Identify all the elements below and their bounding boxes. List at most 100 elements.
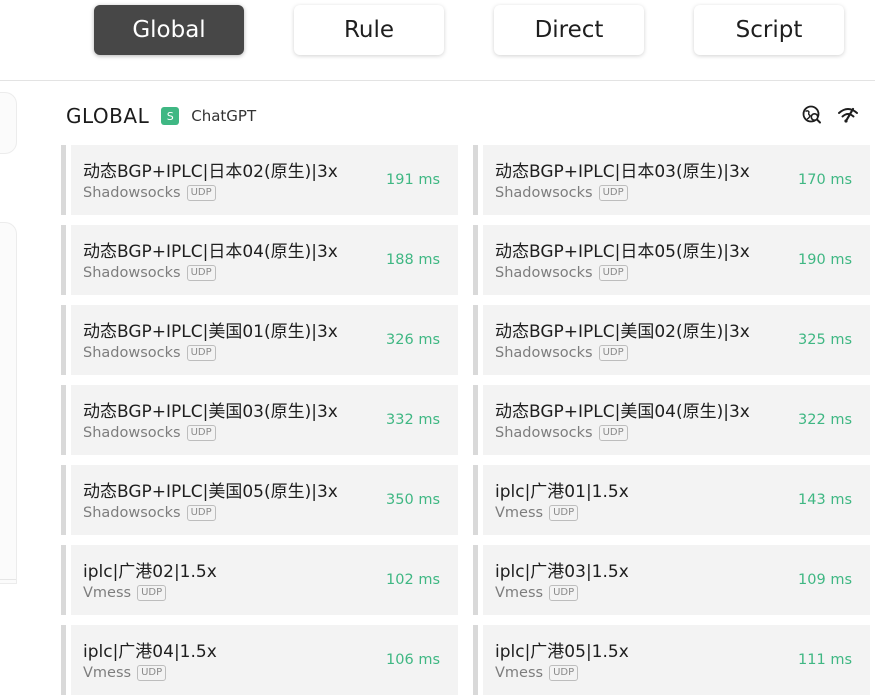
proxy-card[interactable]: 动态BGP+IPLC|美国01(原生)|3x Shadowsocks UDP 326 … <box>61 305 458 375</box>
udp-badge: UDP <box>598 185 628 201</box>
proxy-card[interactable]: iplc|广港01|1.5x Vmess UDP 143 ms <box>473 465 870 535</box>
wifi-speed-icon[interactable] <box>837 104 859 126</box>
mode-tabs: Global Rule Direct Script <box>0 0 875 81</box>
proxy-name: iplc|广港05|1.5x <box>495 642 629 662</box>
location-search-icon[interactable] <box>801 104 823 126</box>
sidebar-panel <box>0 92 17 154</box>
proxy-meta: Vmess UDP <box>83 665 167 681</box>
proxy-card-spacer <box>478 145 483 215</box>
proxy-card[interactable]: 动态BGP+IPLC|美国05(原生)|3x Shadowsocks UDP 350 … <box>61 465 458 535</box>
udp-badge: UDP <box>186 345 216 361</box>
proxy-delay[interactable]: 190 ms <box>798 225 852 295</box>
proxy-meta: Vmess UDP <box>495 585 579 601</box>
proxy-card[interactable]: iplc|广港05|1.5x Vmess UDP 111 ms <box>473 625 870 695</box>
proxy-card[interactable]: 动态BGP+IPLC|日本03(原生)|3x Shadowsocks UDP 170 … <box>473 145 870 215</box>
proxy-card-spacer <box>66 545 71 615</box>
proxy-card-spacer <box>478 385 483 455</box>
proxy-protocol: Shadowsocks <box>495 185 593 201</box>
proxy-card[interactable]: 动态BGP+IPLC|日本04(原生)|3x Shadowsocks UDP 188 … <box>61 225 458 295</box>
proxy-protocol: Shadowsocks <box>83 505 181 521</box>
proxy-meta: Vmess UDP <box>495 505 579 521</box>
proxy-card-spacer <box>66 625 71 695</box>
udp-badge: UDP <box>137 585 167 601</box>
proxy-protocol: Shadowsocks <box>495 265 593 281</box>
udp-badge: UDP <box>598 345 628 361</box>
proxy-delay[interactable]: 332 ms <box>386 385 440 455</box>
proxy-name: 动态BGP+IPLC|美国02(原生)|3x <box>495 322 750 342</box>
proxy-delay[interactable]: 106 ms <box>386 625 440 695</box>
proxy-delay[interactable]: 102 ms <box>386 545 440 615</box>
selected-proxy-label: ChatGPT <box>191 107 257 125</box>
proxy-delay[interactable]: 326 ms <box>386 305 440 375</box>
proxy-card[interactable]: iplc|广港03|1.5x Vmess UDP 109 ms <box>473 545 870 615</box>
proxy-card[interactable]: iplc|广港04|1.5x Vmess UDP 106 ms <box>61 625 458 695</box>
proxy-card-spacer <box>478 625 483 695</box>
proxy-protocol: Shadowsocks <box>83 185 181 201</box>
proxy-card[interactable]: 动态BGP+IPLC|美国03(原生)|3x Shadowsocks UDP 332 … <box>61 385 458 455</box>
sidebar-panel <box>0 222 17 584</box>
proxy-name: 动态BGP+IPLC|美国01(原生)|3x <box>83 322 338 342</box>
proxy-protocol: Vmess <box>495 585 544 601</box>
proxy-card-spacer <box>478 545 483 615</box>
proxy-card-spacer <box>66 305 71 375</box>
proxy-delay[interactable]: 111 ms <box>798 625 852 695</box>
proxy-delay[interactable]: 170 ms <box>798 145 852 215</box>
proxy-protocol: Shadowsocks <box>83 425 181 441</box>
proxy-card-spacer <box>478 225 483 295</box>
proxy-name: 动态BGP+IPLC|美国04(原生)|3x <box>495 402 750 422</box>
proxy-delay[interactable]: 188 ms <box>386 225 440 295</box>
mode-tab-rule[interactable]: Rule <box>294 5 444 55</box>
proxy-meta: Shadowsocks UDP <box>495 185 628 201</box>
proxy-delay[interactable]: 350 ms <box>386 465 440 535</box>
proxy-card-spacer <box>66 385 71 455</box>
udp-badge: UDP <box>549 505 579 521</box>
proxy-card[interactable]: 动态BGP+IPLC|日本05(原生)|3x Shadowsocks UDP 190 … <box>473 225 870 295</box>
proxy-name: 动态BGP+IPLC|日本02(原生)|3x <box>83 162 338 182</box>
proxy-protocol: Shadowsocks <box>83 265 181 281</box>
proxy-name: iplc|广港02|1.5x <box>83 562 217 582</box>
proxy-meta: Shadowsocks UDP <box>495 345 628 361</box>
proxy-name: 动态BGP+IPLC|日本04(原生)|3x <box>83 242 338 262</box>
udp-badge: UDP <box>549 665 579 681</box>
proxy-name: 动态BGP+IPLC|日本05(原生)|3x <box>495 242 750 262</box>
proxy-card[interactable]: iplc|广港02|1.5x Vmess UDP 102 ms <box>61 545 458 615</box>
proxy-group-name: GLOBAL <box>66 104 150 128</box>
proxy-card[interactable]: 动态BGP+IPLC|美国04(原生)|3x Shadowsocks UDP 322 … <box>473 385 870 455</box>
proxy-meta: Shadowsocks UDP <box>495 425 628 441</box>
proxy-group-header[interactable]: GLOBAL S ChatGPT <box>66 100 256 132</box>
proxy-card[interactable]: 动态BGP+IPLC|美国02(原生)|3x Shadowsocks UDP 325 … <box>473 305 870 375</box>
proxy-meta: Shadowsocks UDP <box>83 345 216 361</box>
udp-badge: UDP <box>549 585 579 601</box>
proxy-protocol: Shadowsocks <box>83 345 181 361</box>
proxy-delay[interactable]: 191 ms <box>386 145 440 215</box>
proxy-protocol: Shadowsocks <box>495 425 593 441</box>
proxy-card-spacer <box>66 465 71 535</box>
proxy-protocol: Shadowsocks <box>495 345 593 361</box>
mode-tab-script[interactable]: Script <box>694 5 844 55</box>
mode-tab-global[interactable]: Global <box>94 5 244 55</box>
group-actions <box>801 104 859 126</box>
proxy-card-spacer <box>66 145 71 215</box>
proxy-delay[interactable]: 322 ms <box>798 385 852 455</box>
udp-badge: UDP <box>186 425 216 441</box>
udp-badge: UDP <box>186 265 216 281</box>
proxy-meta: Shadowsocks UDP <box>83 185 216 201</box>
proxy-delay[interactable]: 143 ms <box>798 465 852 535</box>
proxy-name: iplc|广港03|1.5x <box>495 562 629 582</box>
proxy-name: 动态BGP+IPLC|美国03(原生)|3x <box>83 402 338 422</box>
proxy-card[interactable]: 动态BGP+IPLC|日本02(原生)|3x Shadowsocks UDP 191 … <box>61 145 458 215</box>
udp-badge: UDP <box>598 265 628 281</box>
proxy-protocol: Vmess <box>495 665 544 681</box>
proxy-delay[interactable]: 325 ms <box>798 305 852 375</box>
udp-badge: UDP <box>186 185 216 201</box>
proxy-list: 动态BGP+IPLC|日本02(原生)|3x Shadowsocks UDP 191 … <box>61 145 875 695</box>
proxy-delay[interactable]: 109 ms <box>798 545 852 615</box>
proxy-protocol: Vmess <box>495 505 544 521</box>
udp-badge: UDP <box>186 505 216 521</box>
proxy-meta: Shadowsocks UDP <box>495 265 628 281</box>
mode-tab-direct[interactable]: Direct <box>494 5 644 55</box>
proxy-meta: Shadowsocks UDP <box>83 505 216 521</box>
proxy-meta: Shadowsocks UDP <box>83 265 216 281</box>
sidebar-divider <box>0 579 16 580</box>
proxy-name: iplc|广港04|1.5x <box>83 642 217 662</box>
